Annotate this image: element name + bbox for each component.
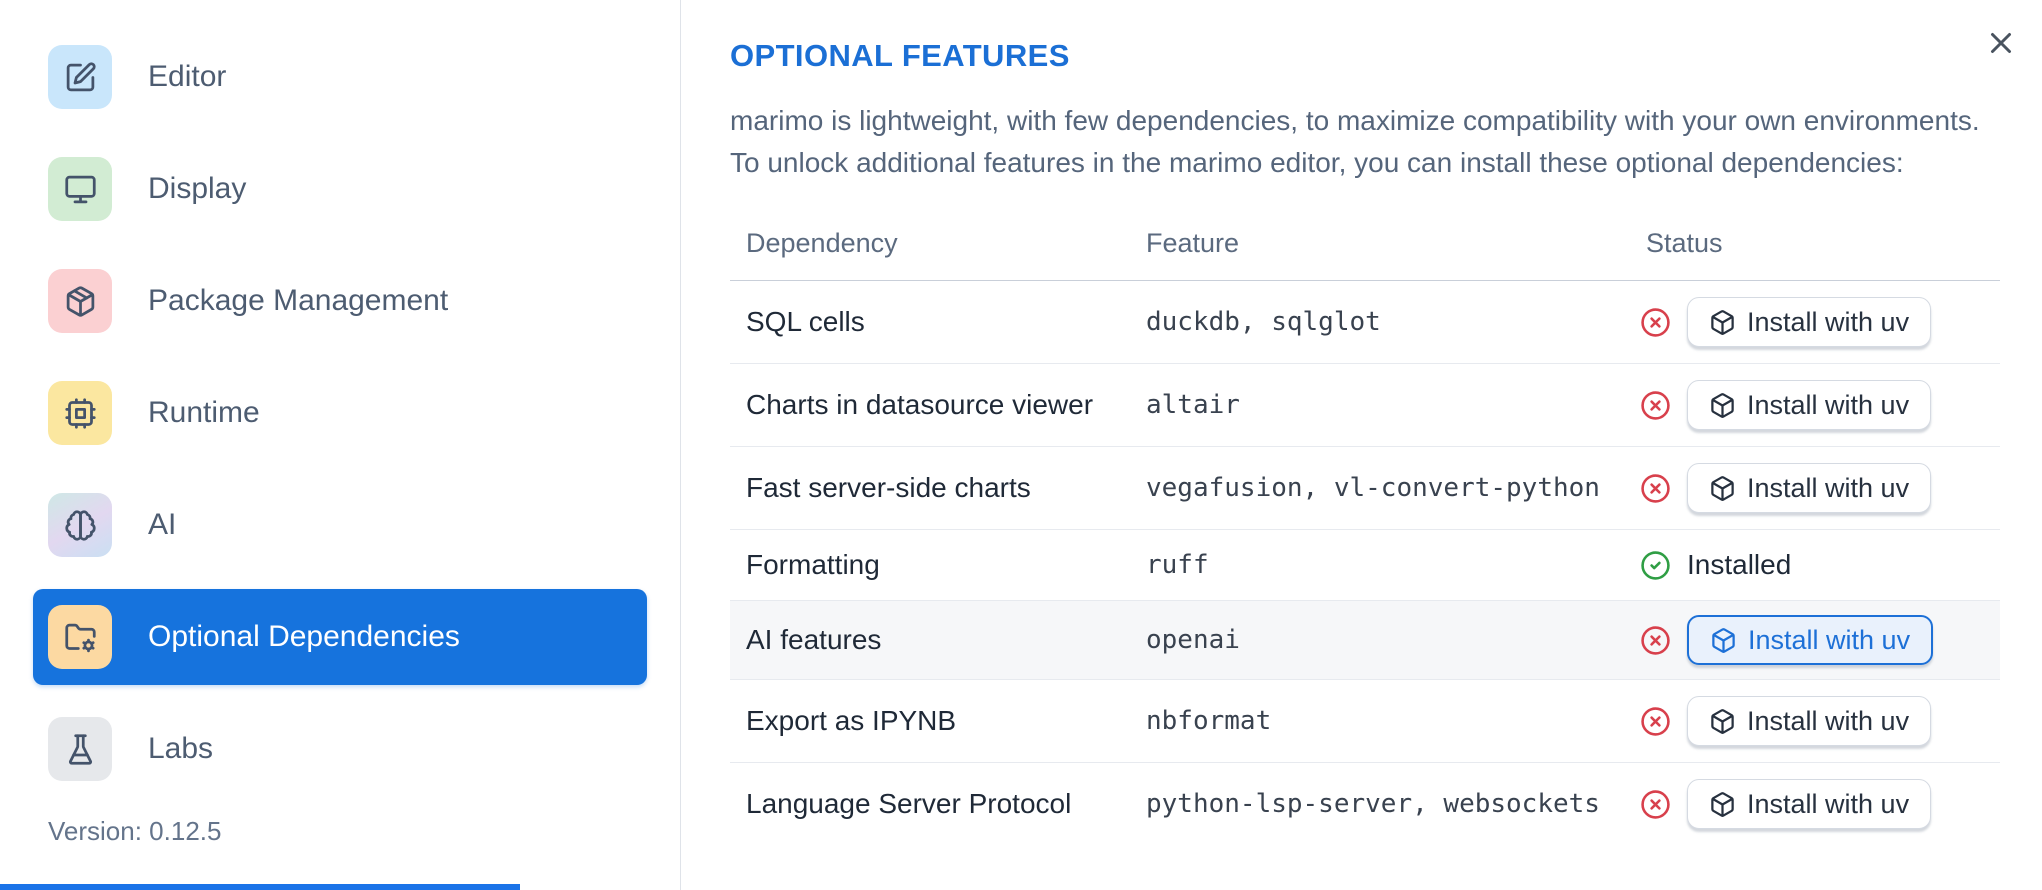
install-button-label: Install with uv xyxy=(1747,788,1910,819)
column-header-status: Status xyxy=(1646,228,1723,258)
sidebar-item-label: AI xyxy=(148,508,177,541)
status-cell: Install with uv xyxy=(1630,696,2000,746)
description-line-2: To unlock additional features in the mar… xyxy=(730,147,1904,178)
box-icon xyxy=(1709,708,1736,735)
feature-packages: python-lsp-server, websockets xyxy=(1146,789,1600,819)
dependency-name: Language Server Protocol xyxy=(746,788,1072,819)
sidebar-item-label: Runtime xyxy=(148,396,260,429)
install-button-label: Install with uv xyxy=(1747,472,1910,503)
sidebar-item-ai[interactable]: AI xyxy=(33,477,647,573)
monitor-icon xyxy=(48,157,112,221)
feature-packages: nbformat xyxy=(1146,706,1272,736)
sidebar-item-runtime[interactable]: Runtime xyxy=(33,365,647,461)
feature-packages: openai xyxy=(1146,625,1240,655)
circle-x-icon xyxy=(1640,473,1671,504)
brain-icon xyxy=(48,493,112,557)
column-header-feature: Feature xyxy=(1146,228,1240,258)
feature-packages: duckdb, sqlglot xyxy=(1146,307,1381,337)
feature-packages: vegafusion, vl-convert-python xyxy=(1146,473,1600,503)
sidebar-item-labs[interactable]: Labs xyxy=(33,701,647,797)
status-cell: Installed xyxy=(1630,549,2000,581)
flask-icon xyxy=(48,717,112,781)
description-text: marimo is lightweight, with few dependen… xyxy=(730,100,1980,184)
column-header-dependency: Dependency xyxy=(746,228,898,258)
folder-cog-icon xyxy=(48,605,112,669)
install-with-uv-button[interactable]: Install with uv xyxy=(1687,463,1932,513)
background-app-strip xyxy=(0,884,520,890)
install-button-label: Install with uv xyxy=(1747,389,1910,420)
dependency-name: AI features xyxy=(746,624,882,655)
table-row: Formatting ruff Installed xyxy=(730,530,2000,601)
table-row: SQL cells duckdb, sqlglot Install with uv xyxy=(730,281,2000,364)
dependency-name: Charts in datasource viewer xyxy=(746,389,1094,420)
status-cell: Install with uv xyxy=(1630,380,2000,430)
version-label: Version: 0.12.5 xyxy=(48,816,222,846)
sidebar-item-editor[interactable]: Editor xyxy=(33,29,647,125)
sidebar-item-package-management[interactable]: Package Management xyxy=(33,253,647,349)
install-with-uv-button[interactable]: Install with uv xyxy=(1687,779,1932,829)
package-icon xyxy=(48,269,112,333)
status-cell: Install with uv xyxy=(1630,779,2000,829)
dependencies-table: Dependency Feature Status SQL cells duckd… xyxy=(730,207,2000,845)
box-icon xyxy=(1709,475,1736,502)
sidebar-item-label: Display xyxy=(148,172,247,205)
install-button-label: Install with uv xyxy=(1747,705,1910,736)
circle-x-icon xyxy=(1640,706,1671,737)
sidebar-item-display[interactable]: Display xyxy=(33,141,647,237)
status-cell: Install with uv xyxy=(1630,297,2000,347)
sidebar-item-optional-dependencies[interactable]: Optional Dependencies xyxy=(33,589,647,685)
feature-packages: ruff xyxy=(1146,550,1209,580)
sidebar-item-label: Optional Dependencies xyxy=(148,620,460,653)
installed-status-label: Installed xyxy=(1687,549,1792,580)
install-with-uv-button[interactable]: Install with uv xyxy=(1687,297,1932,347)
sidebar-item-label: Editor xyxy=(148,60,227,93)
description-line-1: marimo is lightweight, with few dependen… xyxy=(730,105,1980,136)
sidebar-item-label: Labs xyxy=(148,732,214,765)
install-with-uv-button[interactable]: Install with uv xyxy=(1687,696,1932,746)
feature-packages: altair xyxy=(1146,390,1240,420)
status-cell: Install with uv xyxy=(1630,615,2000,665)
circle-check-icon xyxy=(1640,550,1671,581)
install-with-uv-button[interactable]: Install with uv xyxy=(1687,615,1934,665)
table-row: Charts in datasource viewer altair Install… xyxy=(730,364,2000,447)
table-row: Language Server Protocol python-lsp-serve… xyxy=(730,763,2000,845)
circle-x-icon xyxy=(1640,625,1671,656)
table-row: Fast server-side charts vegafusion, vl-co… xyxy=(730,447,2000,530)
box-icon xyxy=(1709,791,1736,818)
install-button-label: Install with uv xyxy=(1747,306,1910,337)
table-row: AI features openai Install with uv xyxy=(730,601,2000,680)
table-header: Dependency Feature Status xyxy=(730,207,2000,281)
sidebar-item-label: Package Management xyxy=(148,284,449,317)
dependency-name: Fast server-side charts xyxy=(746,472,1031,503)
dependency-name: SQL cells xyxy=(746,306,865,337)
box-icon xyxy=(1709,309,1736,336)
table-row: Export as IPYNB nbformat Install with uv xyxy=(730,680,2000,763)
install-with-uv-button[interactable]: Install with uv xyxy=(1687,380,1932,430)
circle-x-icon xyxy=(1640,307,1671,338)
status-cell: Install with uv xyxy=(1630,463,2000,513)
close-icon[interactable] xyxy=(1983,26,2019,62)
settings-sidebar: Editor Display Package Management Runtime AI… xyxy=(0,0,680,890)
box-icon xyxy=(1710,627,1737,654)
cpu-icon xyxy=(48,381,112,445)
page-title: OPTIONAL FEATURES xyxy=(730,38,1070,73)
install-button-label: Install with uv xyxy=(1748,624,1911,655)
dependency-name: Export as IPYNB xyxy=(746,705,957,736)
dependency-name: Formatting xyxy=(746,549,880,580)
square-pen-icon xyxy=(48,45,112,109)
circle-x-icon xyxy=(1640,789,1671,820)
box-icon xyxy=(1709,392,1736,419)
circle-x-icon xyxy=(1640,390,1671,421)
